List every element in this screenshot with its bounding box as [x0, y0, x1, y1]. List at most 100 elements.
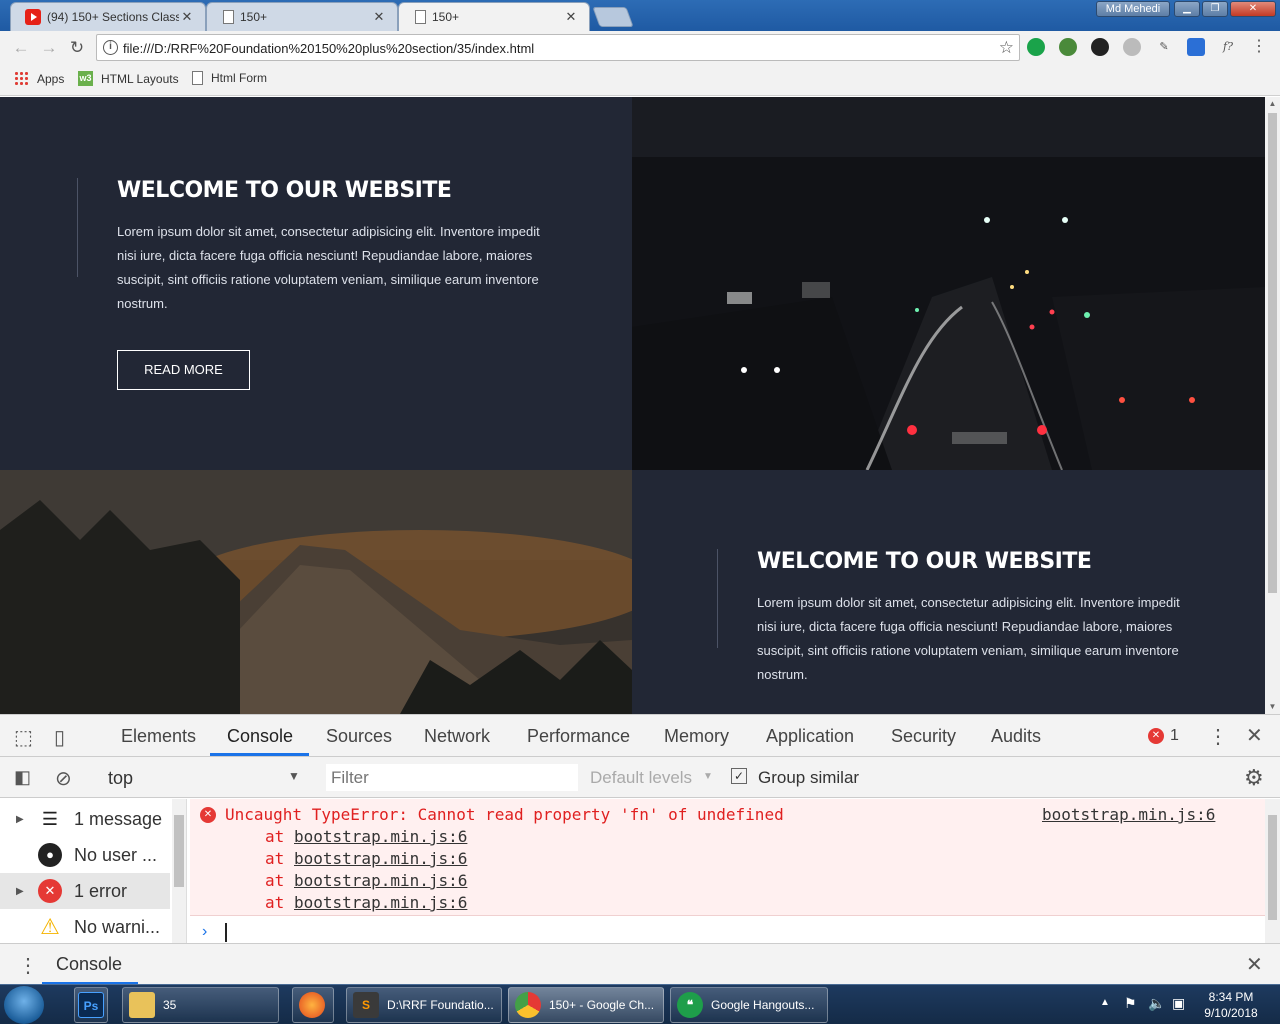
sidebar-scrollbar[interactable]: [172, 799, 186, 943]
tab-elements[interactable]: Elements: [121, 726, 196, 747]
expand-icon[interactable]: ▶: [16, 814, 30, 825]
photoshop-icon: Ps: [78, 992, 104, 1018]
close-icon[interactable]: ✕: [179, 9, 195, 25]
chevron-down-icon[interactable]: ▼: [288, 769, 300, 783]
close-icon[interactable]: ✕: [563, 9, 579, 25]
tab-console[interactable]: Console: [227, 726, 293, 747]
menu-icon[interactable]: ⋮: [1250, 38, 1268, 56]
tab-title: (94) 150+ Sections Class: [47, 10, 179, 24]
bookmark-apps[interactable]: Apps: [14, 71, 64, 86]
scrollbar-thumb[interactable]: [174, 815, 184, 887]
address-bar[interactable]: i file:///D:/RRF%20Foundation%20150%20pl…: [96, 34, 1020, 61]
maximize-button[interactable]: ❐: [1202, 1, 1228, 17]
extension-upload-icon[interactable]: [1187, 38, 1205, 56]
more-options-icon[interactable]: ⋮: [1208, 724, 1228, 749]
device-toolbar-icon[interactable]: ▯: [54, 725, 65, 750]
log-levels-dropdown[interactable]: Default levels: [590, 768, 692, 788]
bookmark-star-icon[interactable]: ☆: [999, 38, 1014, 58]
scroll-down-arrow[interactable]: ▼: [1265, 700, 1280, 714]
section-1-text-panel: WELCOME TO OUR WEBSITE Lorem ipsum dolor…: [0, 97, 632, 470]
taskbar-photoshop[interactable]: Ps: [74, 987, 108, 1023]
extension-green-icon[interactable]: [1027, 38, 1045, 56]
tab-audits[interactable]: Audits: [991, 726, 1041, 747]
inspect-element-icon[interactable]: ⬚: [14, 725, 33, 750]
taskbar-item-chrome[interactable]: 150+ - Google Ch...: [508, 987, 664, 1023]
close-icon[interactable]: ✕: [371, 9, 387, 25]
window-close-button[interactable]: ✕: [1230, 1, 1276, 17]
tray-expand-icon[interactable]: ▲: [1100, 997, 1110, 1008]
stack-frame-link[interactable]: bootstrap.min.js:6: [294, 827, 467, 846]
context-select[interactable]: top: [108, 768, 133, 789]
taskbar-item-hangouts[interactable]: ❝ Google Hangouts...: [670, 987, 828, 1023]
section-paragraph: Lorem ipsum dolor sit amet, consectetur …: [117, 224, 540, 311]
close-drawer-icon[interactable]: ✕: [1246, 952, 1263, 977]
sidebar-item-user[interactable]: ● No user ...: [0, 837, 170, 873]
mountain-photo: [0, 470, 632, 714]
console-filter-input[interactable]: [326, 764, 578, 791]
browser-tab-strip: (94) 150+ Sections Class ✕ 150+ ✕ 150+ ✕…: [0, 0, 1280, 31]
scroll-up-arrow[interactable]: ▲: [1265, 97, 1280, 111]
reload-icon[interactable]: ↻: [66, 37, 88, 59]
new-tab-button[interactable]: [592, 7, 634, 27]
minimize-button[interactable]: ▁: [1174, 1, 1200, 17]
error-icon[interactable]: ✕: [1148, 728, 1164, 744]
expand-icon[interactable]: ▶: [16, 886, 30, 897]
action-center-flag-icon[interactable]: ⚑: [1124, 995, 1137, 1012]
drawer-menu-icon[interactable]: ⋮: [18, 953, 38, 978]
bookmark-html-layouts[interactable]: w3 HTML Layouts: [78, 71, 179, 86]
extension-picker-icon[interactable]: ✎: [1155, 38, 1173, 56]
extension-function-icon[interactable]: f?: [1219, 38, 1237, 56]
volume-icon[interactable]: 🔈: [1148, 995, 1165, 1012]
profile-button[interactable]: Md Mehedi: [1096, 1, 1170, 17]
close-devtools-icon[interactable]: ✕: [1246, 723, 1263, 748]
sidebar-item-errors[interactable]: ▶ ✕ 1 error: [0, 873, 170, 909]
tab-sources[interactable]: Sources: [326, 726, 392, 747]
stack-frame-link[interactable]: bootstrap.min.js:6: [294, 849, 467, 868]
read-more-button[interactable]: READ MORE: [117, 350, 250, 390]
show-sidebar-icon[interactable]: ◧: [14, 767, 31, 788]
error-source-link[interactable]: bootstrap.min.js:6: [1042, 805, 1215, 824]
tab-memory[interactable]: Memory: [664, 726, 729, 747]
console-scrollbar[interactable]: [1265, 799, 1280, 943]
stack-at: at: [265, 871, 285, 890]
chevron-down-icon[interactable]: ▼: [703, 771, 713, 782]
tab-security[interactable]: Security: [891, 726, 956, 747]
sidebar-item-messages[interactable]: ▶ ☰ 1 message: [0, 801, 170, 837]
scrollbar-thumb[interactable]: [1268, 815, 1277, 920]
active-tab-indicator: [210, 753, 309, 756]
tab-network[interactable]: Network: [424, 726, 490, 747]
console-input[interactable]: [225, 923, 227, 942]
clear-console-icon[interactable]: ⊘: [55, 766, 72, 791]
taskbar-item-sublime[interactable]: S D:\RRF Foundatio...: [346, 987, 502, 1023]
scrollbar-thumb[interactable]: [1268, 113, 1277, 593]
url-text[interactable]: file:///D:/RRF%20Foundation%20150%20plus…: [123, 41, 534, 56]
info-icon[interactable]: i: [103, 40, 118, 55]
browser-tab-2[interactable]: 150+ ✕: [206, 2, 398, 31]
forward-icon[interactable]: →: [38, 37, 60, 59]
start-button[interactable]: [4, 986, 44, 1024]
browser-tab-youtube[interactable]: (94) 150+ Sections Class ✕: [10, 2, 206, 31]
tab-performance[interactable]: Performance: [527, 726, 630, 747]
page-viewport: WELCOME TO OUR WEBSITE Lorem ipsum dolor…: [0, 97, 1265, 714]
gear-icon[interactable]: ⚙: [1244, 765, 1264, 791]
back-icon[interactable]: ←: [10, 37, 32, 59]
taskbar-item-folder[interactable]: 35: [122, 987, 279, 1023]
stack-frame-link[interactable]: bootstrap.min.js:6: [294, 871, 467, 890]
error-count[interactable]: 1: [1170, 727, 1179, 745]
extension-gray-icon[interactable]: [1123, 38, 1141, 56]
extension-globe-icon[interactable]: [1059, 38, 1077, 56]
drawer-tab-console[interactable]: Console: [56, 954, 122, 975]
network-icon[interactable]: ▣: [1172, 995, 1185, 1012]
section-paragraph: Lorem ipsum dolor sit amet, consectetur …: [757, 595, 1180, 682]
taskbar-firefox[interactable]: [292, 987, 334, 1023]
bookmark-html-form[interactable]: Html Form: [192, 71, 267, 85]
system-clock[interactable]: 8:34 PM 9/10/2018: [1196, 989, 1266, 1021]
sidebar-item-warnings[interactable]: ⚠ No warni...: [0, 909, 170, 945]
extension-dark-icon[interactable]: [1091, 38, 1109, 56]
group-similar-checkbox[interactable]: ✓: [731, 768, 747, 784]
page-scrollbar[interactable]: ▲ ▼: [1265, 97, 1280, 714]
tab-application[interactable]: Application: [766, 726, 854, 747]
warning-icon: ⚠: [40, 914, 60, 939]
stack-frame-link[interactable]: bootstrap.min.js:6: [294, 893, 467, 912]
browser-tab-active[interactable]: 150+ ✕: [398, 2, 590, 31]
